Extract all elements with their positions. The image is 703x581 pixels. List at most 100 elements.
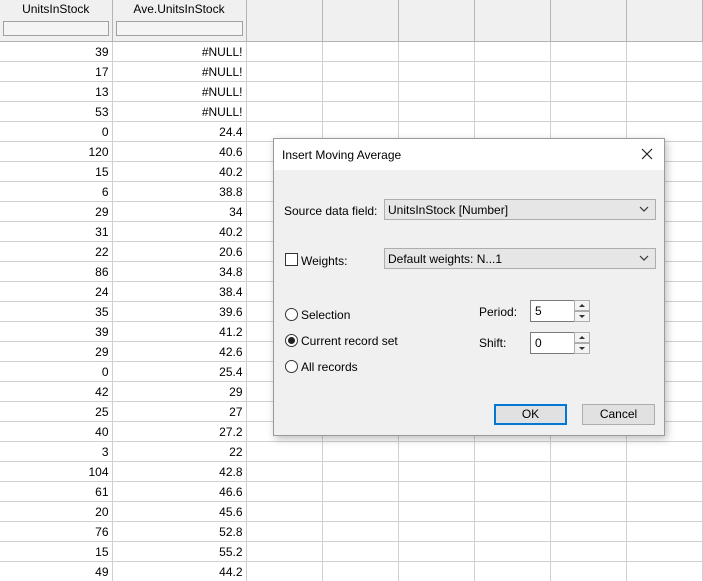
table-cell[interactable] [626,481,703,502]
table-cell[interactable] [550,501,627,522]
table-cell[interactable]: 45.6 [112,501,247,522]
table-cell[interactable] [246,521,323,542]
all-records-radio[interactable] [285,360,298,373]
table-cell[interactable]: 29 [112,381,247,402]
table-cell[interactable] [398,101,475,122]
column-header[interactable] [322,0,399,42]
table-cell[interactable]: 39.6 [112,301,247,322]
current-record-set-radio[interactable] [285,334,298,347]
table-cell[interactable] [474,81,551,102]
table-cell[interactable] [246,441,323,462]
table-cell[interactable]: 49 [0,561,113,581]
period-down-icon[interactable] [574,311,590,322]
shift-up-icon[interactable] [574,332,590,343]
table-cell[interactable]: 0 [0,121,113,142]
table-cell[interactable]: 86 [0,261,113,282]
table-cell[interactable] [322,461,399,482]
table-cell[interactable]: 61 [0,481,113,502]
table-cell[interactable]: #NULL! [112,81,247,102]
table-cell[interactable] [322,441,399,462]
table-cell[interactable] [246,61,323,82]
table-cell[interactable]: 44.2 [112,561,247,581]
table-cell[interactable] [246,501,323,522]
table-cell[interactable]: 40.6 [112,141,247,162]
table-cell[interactable] [246,101,323,122]
table-cell[interactable]: 39 [0,321,113,342]
column-header[interactable]: Ave.UnitsInStock [112,0,247,42]
table-cell[interactable] [246,41,323,62]
table-cell[interactable] [626,521,703,542]
table-cell[interactable]: 40.2 [112,161,247,182]
table-cell[interactable] [626,461,703,482]
table-cell[interactable]: 24 [0,281,113,302]
table-cell[interactable]: 27.2 [112,421,247,442]
period-up-icon[interactable] [574,300,590,311]
column-header[interactable]: UnitsInStock [0,0,113,42]
table-cell[interactable]: 0 [0,361,113,382]
table-cell[interactable] [626,61,703,82]
table-cell[interactable] [398,481,475,502]
table-cell[interactable] [246,81,323,102]
column-filter-input[interactable] [3,21,109,36]
table-cell[interactable] [474,101,551,122]
table-cell[interactable] [398,441,475,462]
table-cell[interactable] [550,481,627,502]
table-cell[interactable] [626,441,703,462]
weights-select[interactable]: Default weights: N...1 [384,248,656,269]
table-cell[interactable] [246,561,323,581]
shift-down-icon[interactable] [574,343,590,354]
table-cell[interactable] [246,461,323,482]
table-cell[interactable]: 76 [0,521,113,542]
table-cell[interactable]: 104 [0,461,113,482]
table-cell[interactable]: 15 [0,541,113,562]
table-cell[interactable]: 39 [0,41,113,62]
table-cell[interactable] [322,521,399,542]
table-cell[interactable] [474,41,551,62]
table-cell[interactable] [550,521,627,542]
shift-stepper[interactable]: 0 [530,332,590,354]
cancel-button[interactable]: Cancel [582,404,655,425]
table-cell[interactable]: 35 [0,301,113,322]
table-cell[interactable] [322,501,399,522]
table-cell[interactable]: 42.6 [112,341,247,362]
weights-checkbox[interactable] [285,253,298,266]
table-cell[interactable]: 25 [0,401,113,422]
table-cell[interactable]: 34.8 [112,261,247,282]
table-cell[interactable] [474,61,551,82]
table-cell[interactable]: 120 [0,141,113,162]
column-header[interactable] [626,0,703,42]
table-cell[interactable] [398,41,475,62]
table-cell[interactable]: 31 [0,221,113,242]
table-cell[interactable] [550,61,627,82]
table-cell[interactable]: 55.2 [112,541,247,562]
table-cell[interactable] [550,81,627,102]
column-filter-input[interactable] [115,21,243,36]
table-cell[interactable] [474,541,551,562]
table-cell[interactable]: 20 [0,501,113,522]
table-cell[interactable] [398,541,475,562]
table-cell[interactable] [550,461,627,482]
shift-input[interactable]: 0 [530,332,575,354]
table-cell[interactable] [474,461,551,482]
table-cell[interactable]: 17 [0,61,113,82]
table-cell[interactable]: 13 [0,81,113,102]
table-cell[interactable]: 3 [0,441,113,462]
table-cell[interactable] [550,41,627,62]
table-cell[interactable]: 38.4 [112,281,247,302]
table-cell[interactable] [322,541,399,562]
table-cell[interactable]: 20.6 [112,241,247,262]
table-cell[interactable] [398,81,475,102]
table-cell[interactable] [626,101,703,122]
table-cell[interactable]: 6 [0,181,113,202]
column-header[interactable] [398,0,475,42]
table-cell[interactable] [322,481,399,502]
table-cell[interactable]: 27 [112,401,247,422]
table-cell[interactable] [322,61,399,82]
table-cell[interactable] [626,501,703,522]
table-cell[interactable]: 46.6 [112,481,247,502]
table-cell[interactable]: 25.4 [112,361,247,382]
table-cell[interactable]: 34 [112,201,247,222]
selection-radio[interactable] [285,308,298,321]
table-cell[interactable] [322,101,399,122]
table-cell[interactable] [550,101,627,122]
